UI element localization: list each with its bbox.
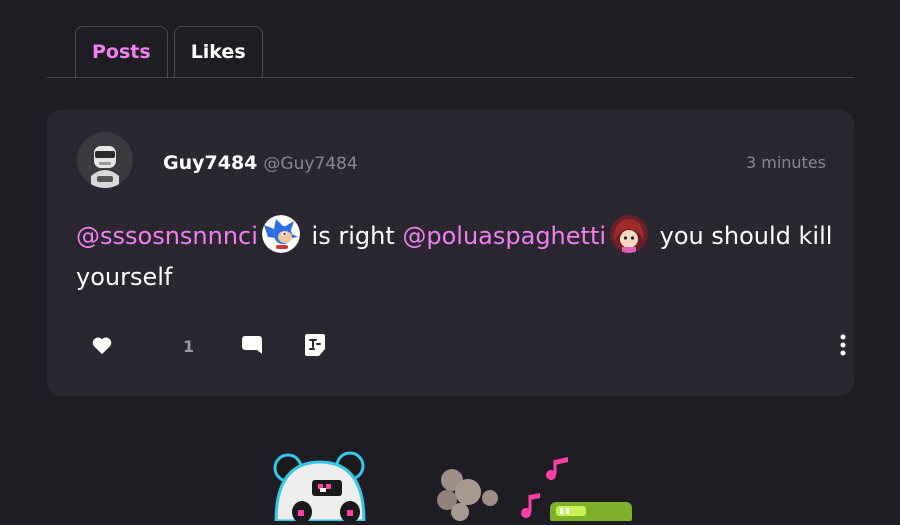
- empty-state-illustration: [0, 440, 900, 524]
- repost-button[interactable]: [304, 334, 326, 360]
- comment-button[interactable]: [241, 334, 263, 360]
- repost-icon: [304, 333, 326, 361]
- user-handle[interactable]: @Guy7484: [263, 154, 357, 174]
- body-text: is right: [303, 222, 403, 250]
- post-timestamp[interactable]: 3 minutes: [746, 153, 826, 172]
- tabs-divider: [47, 77, 854, 78]
- smoke-cloud: [437, 469, 498, 521]
- mention-link[interactable]: @poluaspaghetti: [402, 222, 606, 250]
- mention-avatar-icon: [261, 215, 300, 253]
- display-name[interactable]: Guy7484: [163, 152, 257, 174]
- tab-posts[interactable]: Posts: [75, 26, 168, 77]
- avatar[interactable]: [77, 132, 133, 188]
- more-vertical-icon: [839, 333, 847, 361]
- tab-likes[interactable]: Likes: [173, 26, 263, 77]
- more-options-button[interactable]: [839, 334, 847, 360]
- post-card[interactable]: Guy7484 @Guy7484 3 minutes @sssosnsnnnci…: [47, 110, 854, 396]
- boombox-illustration: [550, 502, 632, 524]
- comment-icon: [241, 334, 263, 360]
- post-actions: 1: [91, 334, 846, 360]
- post-body: @sssosnsnnnci is right @poluaspaghetti y…: [76, 215, 836, 298]
- heart-icon: [91, 335, 113, 359]
- like-count: 1: [183, 337, 195, 356]
- mention-avatar-icon: [610, 215, 649, 253]
- mention-link[interactable]: @sssosnsnnnci: [76, 222, 258, 250]
- like-button[interactable]: [91, 334, 113, 360]
- panda-illustration: [273, 451, 366, 523]
- profile-tabs: Posts Likes: [75, 26, 263, 77]
- post-header: Guy7484 @Guy7484: [163, 152, 358, 174]
